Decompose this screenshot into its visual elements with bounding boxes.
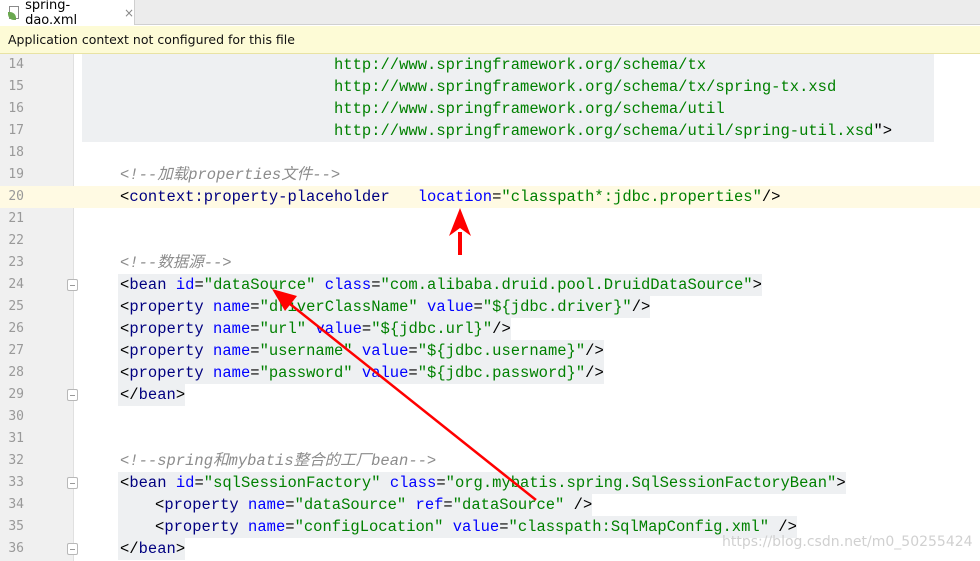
code-text: <property name="dataSource" ref="dataSou… [118, 494, 593, 516]
context-warning-banner: Application context not configured for t… [0, 26, 980, 54]
code-text: http://www.springframework.org/schema/tx [82, 54, 934, 76]
line-number: 16 [8, 101, 24, 116]
line-number: 24 [8, 277, 24, 292]
line-number: 22 [8, 233, 24, 248]
code-text: <property name="password" value="${jdbc.… [118, 362, 604, 384]
code-line: 23 <!--数据源--> [0, 252, 980, 274]
line-number: 36 [8, 541, 24, 556]
code-comment: <!--数据源--> [120, 254, 232, 272]
code-line: 31 [0, 428, 980, 450]
code-editor[interactable]: 14 http://www.springframework.org/schema… [0, 54, 980, 561]
code-text: <bean id="dataSource" class="com.alibaba… [118, 274, 762, 296]
code-line: 14 http://www.springframework.org/schema… [0, 54, 980, 76]
tab-title: spring-dao.xml [25, 0, 78, 28]
line-number: 29 [8, 387, 24, 402]
code-line: 21 [0, 208, 980, 230]
code-line: 16 http://www.springframework.org/schema… [0, 98, 980, 120]
line-number: 19 [8, 167, 24, 182]
fold-marker-icon[interactable] [67, 543, 78, 555]
line-number: 21 [8, 211, 24, 226]
line-number: 28 [8, 365, 24, 380]
editor-tab-bar: spring-dao.xml × [0, 0, 980, 28]
code-line-current: 20 <context:property-placeholder locatio… [0, 186, 980, 208]
line-number: 17 [8, 123, 24, 138]
code-line: 28 <property name="password" value="${jd… [0, 362, 980, 384]
line-number: 23 [8, 255, 24, 270]
code-line: 22 [0, 230, 980, 252]
line-number: 27 [8, 343, 24, 358]
code-line: 33 <bean id="sqlSessionFactory" class="o… [0, 472, 980, 494]
code-line: 17 http://www.springframework.org/schema… [0, 120, 980, 142]
code-text: http://www.springframework.org/schema/ut… [82, 120, 934, 142]
code-line: 15 http://www.springframework.org/schema… [0, 76, 980, 98]
fold-marker-icon[interactable] [67, 389, 78, 401]
code-text: </bean> [118, 538, 186, 560]
code-text: <property name="username" value="${jdbc.… [118, 340, 604, 362]
fold-marker-icon[interactable] [67, 279, 78, 291]
code-line: 29 </bean> [0, 384, 980, 406]
line-number: 26 [8, 321, 24, 336]
line-number: 18 [8, 145, 24, 160]
line-number: 32 [8, 453, 24, 468]
code-comment: <!--加载properties文件--> [120, 166, 341, 184]
line-number: 20 [8, 189, 24, 204]
tab-spring-dao-xml[interactable]: spring-dao.xml × [0, 0, 135, 28]
code-line: 19 <!--加载properties文件--> [0, 164, 980, 186]
code-line: 25 <property name="driverClassName" valu… [0, 296, 980, 318]
code-text: <property name="configLocation" value="c… [118, 516, 797, 538]
line-number: 31 [8, 431, 24, 446]
line-number: 35 [8, 519, 24, 534]
code-line: 27 <property name="username" value="${jd… [0, 340, 980, 362]
xml-file-icon [8, 5, 21, 20]
code-text: http://www.springframework.org/schema/ut… [82, 98, 934, 120]
code-comment: <!--spring和mybatis整合的工厂bean--> [120, 452, 437, 470]
watermark-text: https://blog.csdn.net/m0_50255424 [722, 534, 973, 550]
code-line: 26 <property name="url" value="${jdbc.ur… [0, 318, 980, 340]
line-number: 30 [8, 409, 24, 424]
banner-text: Application context not configured for t… [8, 32, 295, 47]
code-text: </bean> [118, 384, 186, 406]
close-icon[interactable]: × [124, 6, 134, 20]
line-number: 33 [8, 475, 24, 490]
line-number: 15 [8, 79, 24, 94]
code-text: http://www.springframework.org/schema/tx… [82, 76, 934, 98]
code-line: 32 <!--spring和mybatis整合的工厂bean--> [0, 450, 980, 472]
code-line: 18 [0, 142, 980, 164]
code-line: 24 <bean id="dataSource" class="com.alib… [0, 274, 980, 296]
code-text: <property name="url" value="${jdbc.url}"… [118, 318, 511, 340]
line-number: 34 [8, 497, 24, 512]
line-number: 14 [8, 57, 24, 72]
code-text: <context:property-placeholder location="… [120, 188, 781, 206]
code-line: 30 [0, 406, 980, 428]
fold-marker-icon[interactable] [67, 477, 78, 489]
code-text: <bean id="sqlSessionFactory" class="org.… [118, 472, 846, 494]
code-text: <property name="driverClassName" value="… [118, 296, 651, 318]
line-number: 25 [8, 299, 24, 314]
code-line: 34 <property name="dataSource" ref="data… [0, 494, 980, 516]
